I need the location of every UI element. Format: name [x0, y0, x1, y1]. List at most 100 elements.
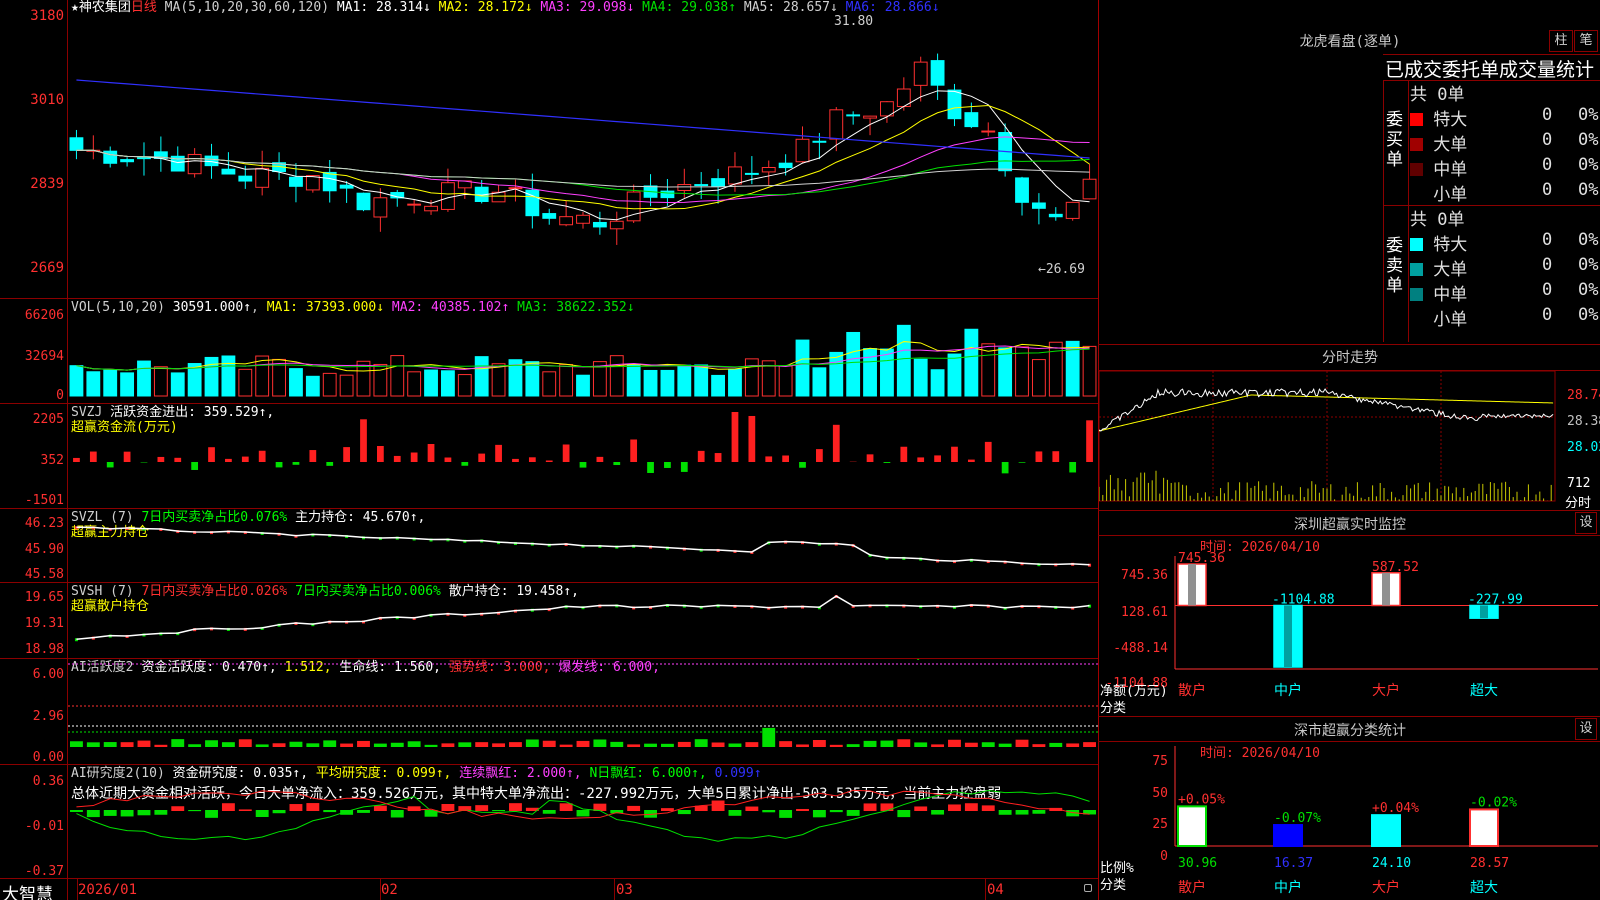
legend-item: MA3: 38622.352↓: [509, 300, 635, 315]
activity-bar: [745, 742, 759, 747]
research-bar: [86, 810, 100, 818]
candlestick-chart[interactable]: [68, 18, 1098, 296]
ai2-tick: -0.01: [24, 819, 64, 834]
order-row: 中单 0 0%: [1410, 155, 1600, 180]
bar-category-label: 超大: [1470, 683, 1498, 699]
volume-bar: [441, 370, 455, 397]
monitor-bar-chart[interactable]: 745.36 散户 -1104.88 中户 587.52 大户 -227.99 超大: [1098, 536, 1600, 716]
bar-mode-button[interactable]: 柱: [1549, 30, 1573, 52]
volume-bar: [829, 351, 844, 397]
flow-bar: [461, 462, 469, 466]
period-label[interactable]: 日线: [131, 0, 157, 15]
activity-bar: [1083, 742, 1096, 747]
volume-chart[interactable]: [68, 316, 1098, 402]
flow-bar: [123, 451, 131, 462]
activity-bar: [171, 739, 185, 747]
candle-body: [1065, 201, 1080, 219]
legend-item: MA2: 28.172↓: [430, 0, 533, 15]
research-bar: [272, 810, 286, 814]
legend-item: MA1: 28.314↓: [336, 0, 431, 15]
flow-bar: [917, 457, 925, 462]
candle-body: [542, 213, 557, 219]
stock-name[interactable]: ★神农集团: [71, 0, 131, 15]
activity-chart[interactable]: ↓: [68, 659, 1098, 764]
activity-bar: [424, 744, 438, 747]
activity-bar: [137, 740, 151, 747]
activity-bar: [205, 740, 218, 747]
order-count: 0: [1542, 255, 1553, 275]
research-chart[interactable]: [68, 765, 1098, 878]
activity-bar: [238, 739, 252, 747]
classify-bar-chart[interactable]: +0.05% 30.96 散户 -0.07% 16.37 中户 +0.04% 24.10 大户 -…: [1098, 742, 1600, 900]
candle-body: [137, 157, 151, 160]
flow-bar: [714, 453, 722, 462]
research-bar: [897, 810, 911, 818]
intraday-tick: 28.38: [1567, 414, 1600, 429]
flow-bar: [73, 457, 80, 462]
date-axis-line: [0, 878, 1098, 879]
order-label: 中单: [1423, 160, 1468, 180]
pen-mode-button[interactable]: 笔: [1574, 30, 1598, 52]
svsh-tick: 19.31: [24, 616, 64, 631]
price-tick: 3010: [30, 92, 64, 108]
activity-bar: [964, 742, 978, 747]
flow-bar: [562, 444, 570, 462]
divider: [1098, 344, 1600, 345]
color-swatch: [1410, 313, 1423, 326]
activity-bar: [576, 740, 590, 747]
volume-bar: [643, 369, 658, 397]
color-swatch: [1410, 263, 1423, 276]
activity-bar: [475, 742, 489, 747]
candle-body: [728, 166, 742, 185]
bar-value-label: -227.99: [1468, 592, 1523, 607]
research-bar: [948, 804, 961, 811]
bar-category-label: 大户: [1372, 879, 1400, 896]
legend-item: MA6: 28.866↓: [837, 0, 940, 15]
main-position-chart[interactable]: [68, 509, 1098, 582]
activity-bar: [897, 739, 911, 747]
monitor-settings-button[interactable]: 设: [1575, 512, 1597, 534]
flow-bar: [934, 455, 941, 462]
candle-body: [356, 192, 371, 211]
sell-orders-label: 委卖单: [1386, 236, 1403, 296]
candle-body: [289, 176, 303, 187]
fund-flow-chart[interactable]: [68, 404, 1098, 508]
bar-change-label: -0.07%: [1274, 811, 1321, 826]
order-label: 大单: [1423, 135, 1468, 155]
activity-bar: [998, 743, 1012, 747]
flow-bar: [427, 444, 435, 462]
activity-bar: [458, 742, 472, 747]
ratio-bar: [1371, 814, 1401, 847]
volume-bar: [896, 324, 911, 397]
divider: [1098, 510, 1600, 511]
flow-bar: [1086, 420, 1093, 462]
flow-bar: [1018, 462, 1026, 463]
order-row: 特大 0 0%: [1410, 105, 1600, 130]
activity-bar: [492, 743, 506, 747]
retail-position-chart[interactable]: [68, 583, 1098, 658]
bar-category-label: 中户: [1274, 879, 1302, 896]
bar-value-label: -1104.88: [1272, 592, 1335, 607]
research-bar: [188, 810, 202, 812]
candle-body: [744, 172, 759, 175]
activity-bar: [914, 742, 928, 747]
flow-bar: [832, 424, 840, 462]
research-bar: [1032, 810, 1046, 814]
volume-bar: [998, 347, 1013, 397]
research-bar: [120, 810, 134, 817]
research-bar: [964, 803, 978, 811]
date-tick: [380, 878, 381, 900]
ai1-tick: 2.96: [32, 709, 64, 724]
candle-body: [981, 130, 996, 133]
date-label: 04: [987, 882, 1004, 898]
bar-highlight: [1382, 572, 1390, 606]
price-line: [1099, 387, 1554, 432]
candle-body: [120, 159, 135, 163]
volume-bar: [812, 367, 827, 397]
intraday-chart[interactable]: [1099, 371, 1569, 508]
flow-bar: [444, 457, 452, 462]
bar-highlight: [1284, 605, 1292, 667]
lock-icon[interactable]: [1084, 884, 1092, 892]
classify-settings-button[interactable]: 设: [1575, 718, 1597, 740]
vol-title: VOL(5,10,20): [71, 300, 165, 315]
